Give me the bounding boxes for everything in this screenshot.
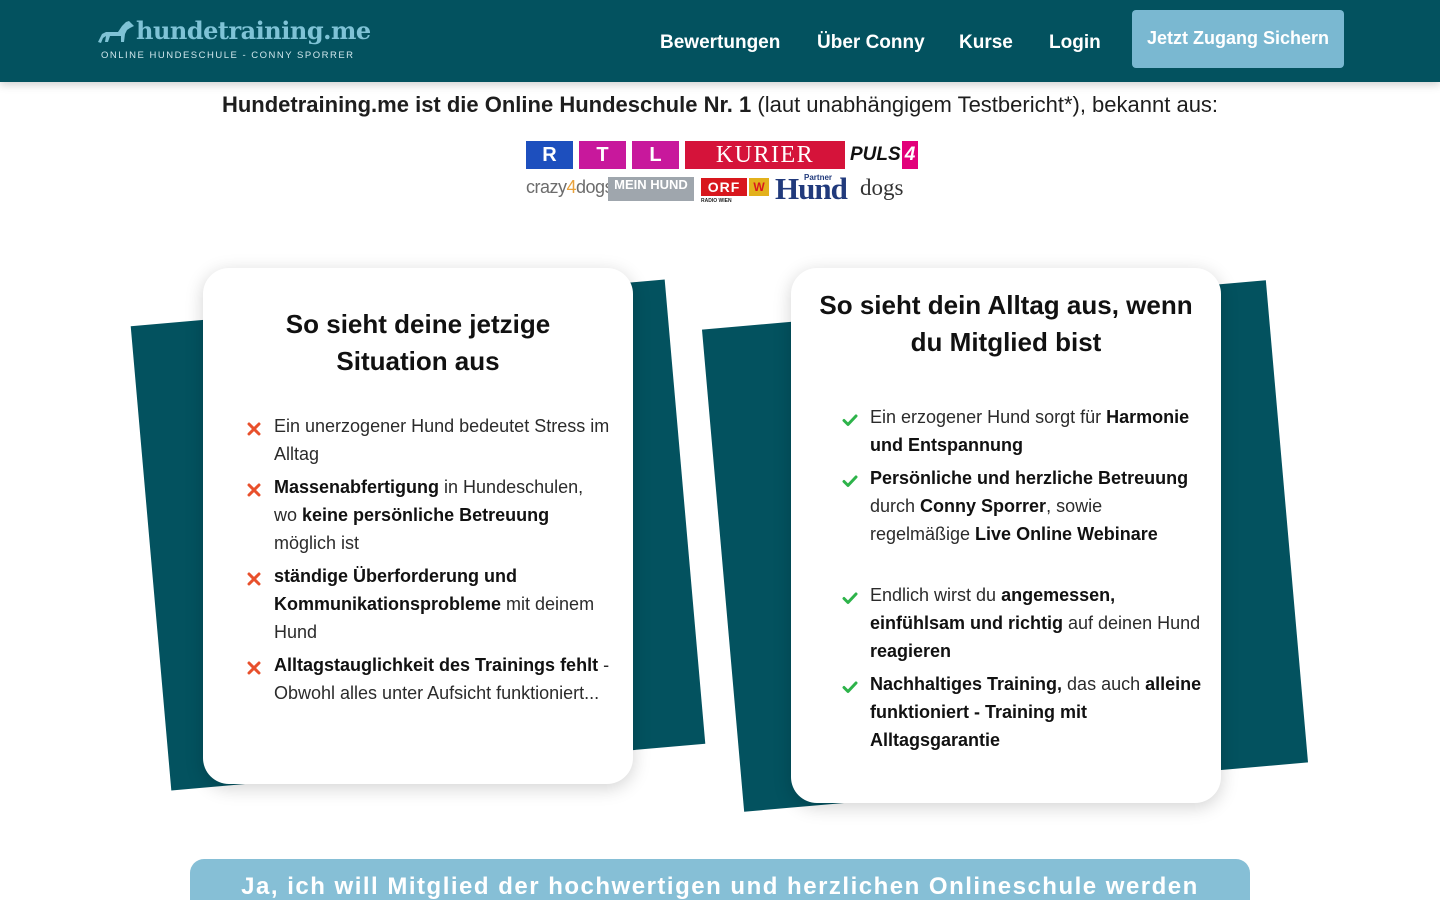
nav-link-ueber-conny[interactable]: Über Conny [817,32,925,54]
puls-number: 4 [901,141,919,169]
list-item-bold-text: keine persönliche Betreuung [302,505,550,525]
crazy-text: crazy [526,177,567,197]
list-item-text: das auch [1062,674,1146,694]
dog-icon [98,21,134,43]
headline-rest: (laut unabhängigem Testbericht*), bekann… [751,92,1219,117]
list-item-bold-text: Live Online Webinare [975,524,1158,544]
logo-name: hundetraining.me [136,16,371,45]
check-icon [842,475,858,487]
list-item: Alltagstauglichkeit des Trainings fehlt … [274,651,610,707]
list-item-bold-text: Conny Sporrer [920,496,1047,516]
current-situation-title: So sieht deine jetzige Situation aus [285,309,551,376]
member-benefits-card: So sieht dein Alltag aus, wenn du Mitgli… [791,268,1221,803]
check-icon [842,592,858,604]
nav-link-kurse[interactable]: Kurse [959,32,1013,54]
puls-text: PULS [850,144,901,165]
list-item-text: möglich ist [274,533,360,553]
rtl-logo-l: L [632,141,679,169]
list-item-text: Ein unerzogener Hund bedeutet Stress im … [274,416,610,464]
media-logos: R T L KURIER PULS 4 crazy4dogs MEIN HUND … [526,141,919,206]
orf-w-logo: W [749,178,769,196]
list-item-text: Ein erzogener Hund sorgt für [870,407,1107,427]
logo-subtitle: ONLINE HUNDESCHULE - CONNY SPORRER [101,50,355,61]
orf-subtitle: RADIO WIEN [701,198,732,204]
nav-link-bewertungen[interactable]: Bewertungen [660,32,780,54]
list-item: Massenabfertigung in Hundeschulen, wo ke… [274,473,610,557]
current-situation-card: So sieht deine jetzige Situation aus Ein… [203,268,633,784]
list-item-bold-text: reagieren [870,641,952,661]
list-item: Ein erzogener Hund sorgt für Harmonie un… [870,403,1206,459]
rtl-logo-r: R [526,141,573,169]
dogs-logo: dogs [860,175,904,200]
site-logo[interactable]: hundetraining.me ONLINE HUNDESCHULE - CO… [96,16,371,66]
check-icon [842,681,858,693]
kurier-logo: KURIER [685,141,845,169]
orf-logo: ORF [701,178,747,196]
list-item-text: Endlich wirst du [870,585,1002,605]
list-item-text: auf deinen Hund [1063,613,1201,633]
puls4-logo: PULS 4 [850,141,919,169]
headline-bold: Hundetraining.me ist die Online Hundesch… [221,92,752,117]
cross-icon [247,483,261,497]
jetzt-zugang-sichern-button[interactable]: Jetzt Zugang Sichern [1132,10,1344,68]
cross-icon [247,422,261,436]
navbar: hundetraining.me ONLINE HUNDESCHULE - CO… [0,0,1440,82]
crazy-a: 4 [566,177,577,197]
list-item-bold-text: ständige Überforderung und Kommunikation… [274,566,517,614]
mein-hund-logo: MEIN HUND [608,177,694,201]
list-item: Persönliche und herzliche Betreuung durc… [870,464,1206,548]
list-item-bold-text: Nachhaltiges Training, [870,674,1063,694]
list-item: Ein unerzogener Hund bedeutet Stress im … [274,412,610,468]
page-headline: Hundetraining.me ist die Online Hundesch… [0,92,1440,118]
become-member-button[interactable]: Ja, ich will Mitglied der hochwertigen u… [190,859,1250,900]
list-item-bold-text: Massenabfertigung [274,477,440,497]
cross-icon [247,661,261,675]
list-item-bold-text: Persönliche und herzliche Betreuung [870,468,1189,488]
list-item-bold-text: Alltagstauglichkeit des Trainings fehlt [274,655,599,675]
list-item: Endlich wirst du angemessen, einfühlsam … [870,581,1206,665]
nav-link-login[interactable]: Login [1049,32,1101,54]
list-item: Nachhaltiges Training, das auch alleine … [870,670,1206,754]
list-item: ständige Überforderung und Kommunikation… [274,562,610,646]
rtl-logo-t: T [579,141,626,169]
partner-label: Partner [804,173,833,182]
crazydogs-logo: crazy4dogs [526,177,614,198]
cross-icon [247,572,261,586]
member-benefits-title: So sieht dein Alltag aus, wenn du Mitgli… [819,290,1193,357]
list-item-text: durch [870,496,921,516]
check-icon [842,414,858,426]
